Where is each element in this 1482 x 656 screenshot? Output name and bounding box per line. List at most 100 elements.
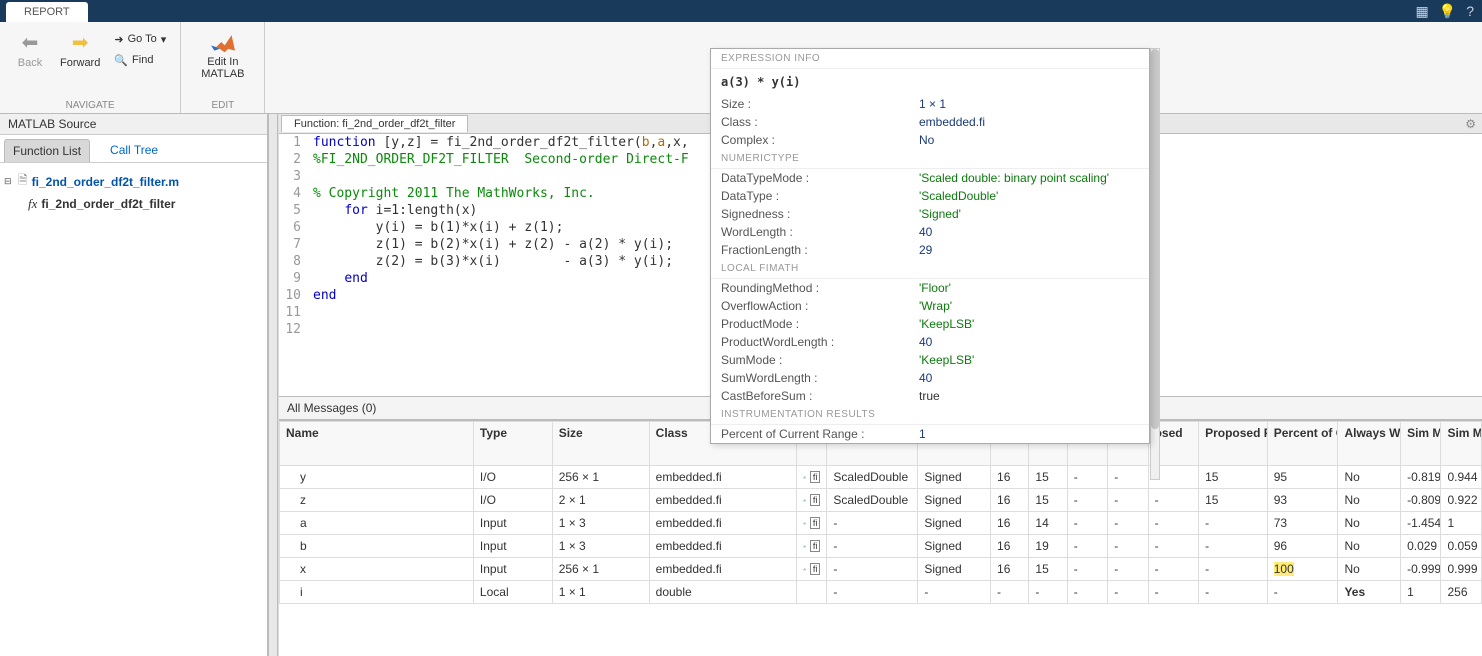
tooltip-row: Percent of Current Range :1	[711, 425, 1149, 443]
table-cell: -0.999	[1401, 558, 1441, 581]
help-icon[interactable]: ?	[1466, 3, 1474, 19]
panel-title: MATLAB Source	[0, 114, 267, 135]
grid-icon[interactable]: ▦	[1416, 3, 1429, 20]
table-header[interactable]: Sim Min	[1401, 422, 1441, 466]
table-header[interactable]: Proposed FL	[1199, 422, 1268, 466]
table-cell: fi	[797, 489, 827, 512]
table-cell: -	[1108, 581, 1148, 604]
tip-header-nt: NUMERICTYPE	[711, 149, 1149, 169]
table-cell: -	[1267, 581, 1338, 604]
table-row[interactable]: bInput1 × 3embedded.fifi-Signed1619----9…	[280, 535, 1482, 558]
table-cell: fi	[797, 558, 827, 581]
tooltip-row: SumWordLength :40	[711, 369, 1149, 387]
table-cell: No	[1338, 489, 1401, 512]
table-cell: 73	[1267, 512, 1338, 535]
tooltip-row: DataTypeMode :'Scaled double: binary poi…	[711, 169, 1149, 187]
tooltip-row: Size :1 × 1	[711, 95, 1149, 113]
tree-func-row[interactable]: fx fi_2nd_order_df2t_filter	[4, 194, 263, 214]
table-cell: Yes	[1338, 581, 1401, 604]
tooltip-row: ProductWordLength :40	[711, 333, 1149, 351]
table-cell: -	[1148, 581, 1199, 604]
tab-call-tree[interactable]: Call Tree	[102, 139, 166, 162]
back-label: Back	[18, 57, 42, 69]
table-cell: 16	[991, 489, 1029, 512]
table-cell: -	[1067, 512, 1107, 535]
table-cell: -	[1199, 512, 1268, 535]
code-tab[interactable]: Function: fi_2nd_order_df2t_filter	[281, 115, 468, 132]
table-cell: -	[827, 535, 918, 558]
tab-function-list[interactable]: Function List	[4, 139, 90, 162]
table-cell: No	[1338, 558, 1401, 581]
tooltip-scrollbar[interactable]	[1150, 48, 1160, 480]
bulb-icon[interactable]: 💡	[1439, 3, 1456, 20]
table-cell: 95	[1267, 466, 1338, 489]
table-cell: 0.029	[1401, 535, 1441, 558]
tooltip-row: SumMode :'KeepLSB'	[711, 351, 1149, 369]
vertical-splitter[interactable]	[268, 114, 278, 656]
find-label: Find	[132, 54, 153, 66]
table-cell: fi	[797, 466, 827, 489]
goto-button[interactable]: ➜ Go To ▾	[110, 31, 170, 48]
fx-icon: fx	[28, 196, 37, 212]
table-cell: -	[1029, 581, 1067, 604]
gear-icon[interactable]: ⚙	[1465, 117, 1476, 131]
table-cell: 15	[1029, 558, 1067, 581]
table-cell: 15	[1029, 489, 1067, 512]
table-cell: -0.809	[1401, 489, 1441, 512]
arrow-left-icon: ⬅	[22, 30, 39, 55]
table-cell: 93	[1267, 489, 1338, 512]
table-row[interactable]: iLocal1 × 1double---------Yes1256	[280, 581, 1482, 604]
table-row[interactable]: zI/O2 × 1embedded.fifiScaledDoubleSigned…	[280, 489, 1482, 512]
edit-in-matlab-button[interactable]: Edit In MATLAB	[191, 26, 254, 84]
table-cell: Signed	[918, 466, 991, 489]
tooltip-row: Signedness :'Signed'	[711, 205, 1149, 223]
table-cell: No	[1338, 535, 1401, 558]
table-cell: 16	[991, 558, 1029, 581]
table-cell: embedded.fi	[649, 512, 796, 535]
table-header[interactable]: Size	[552, 422, 649, 466]
table-cell: -	[1148, 489, 1199, 512]
table-cell: 0.059	[1441, 535, 1482, 558]
table-cell: 256	[1441, 581, 1482, 604]
tooltip-row: RoundingMethod :'Floor'	[711, 279, 1149, 297]
forward-label: Forward	[60, 57, 100, 69]
tip-header-fm: LOCAL FIMATH	[711, 259, 1149, 279]
table-cell: -	[1199, 581, 1268, 604]
back-button[interactable]: ⬅ Back	[10, 26, 50, 73]
table-row[interactable]: xInput256 × 1embedded.fifi-Signed1615---…	[280, 558, 1482, 581]
table-header[interactable]: Always Whole Number	[1338, 422, 1401, 466]
table-cell: -	[827, 581, 918, 604]
table-header[interactable]: Name	[280, 422, 474, 466]
table-cell: fi	[797, 512, 827, 535]
tree-file-row[interactable]: ⊟ 🗎 fi_2nd_order_df2t_filter.m	[4, 169, 263, 194]
table-row[interactable]: aInput1 × 3embedded.fifi-Signed1614----7…	[280, 512, 1482, 535]
table-cell: Local	[473, 581, 552, 604]
table-cell: 256 × 1	[552, 466, 649, 489]
table-cell: 1 × 1	[552, 581, 649, 604]
find-button[interactable]: 🔍 Find	[110, 52, 170, 69]
table-header[interactable]: Sim Max	[1441, 422, 1482, 466]
forward-button[interactable]: ➡ Forward	[54, 26, 106, 73]
tooltip-row: Class :embedded.fi	[711, 113, 1149, 131]
edit-label: Edit In MATLAB	[201, 56, 244, 80]
table-cell: Input	[473, 535, 552, 558]
table-cell: Signed	[918, 535, 991, 558]
table-cell: 1 × 3	[552, 535, 649, 558]
arrow-right-icon: ➡	[72, 30, 89, 55]
table-cell: -	[991, 581, 1029, 604]
table-cell: -	[1067, 558, 1107, 581]
table-header[interactable]: Type	[473, 422, 552, 466]
matlab-icon	[209, 30, 237, 54]
table-cell: -	[918, 581, 991, 604]
table-header[interactable]: Percent of Current Range	[1267, 422, 1338, 466]
tooltip-row: FractionLength :29	[711, 241, 1149, 259]
table-row[interactable]: yI/O256 × 1embedded.fifiScaledDoubleSign…	[280, 466, 1482, 489]
table-cell: I/O	[473, 466, 552, 489]
function-tree: ⊟ 🗎 fi_2nd_order_df2t_filter.m fx fi_2nd…	[0, 163, 267, 220]
scrollbar-thumb[interactable]	[1151, 49, 1159, 429]
table-cell: Input	[473, 558, 552, 581]
tree-collapse-icon[interactable]: ⊟	[4, 176, 14, 187]
tab-report[interactable]: REPORT	[6, 2, 88, 22]
file-icon: 🗎	[18, 171, 28, 192]
table-cell: -	[1199, 558, 1268, 581]
